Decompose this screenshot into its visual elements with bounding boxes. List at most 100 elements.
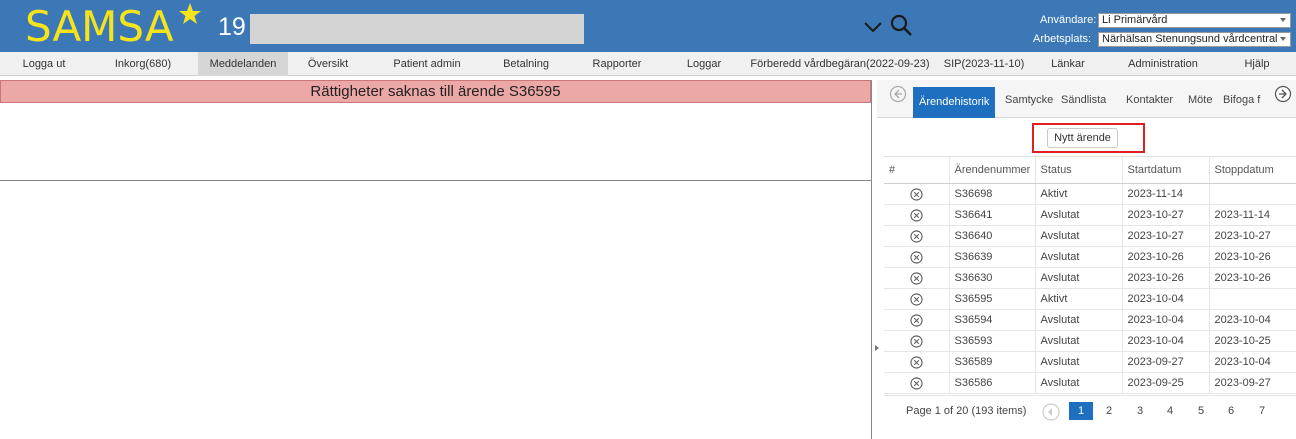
stop-date-cell: 2023-09-27 [1208,372,1296,394]
table-row[interactable]: S36640 Avslutat 2023-10-27 2023-10-27 [884,225,1296,247]
nav-reports[interactable]: Rapporter [566,52,668,76]
row-remove-cell[interactable] [884,204,949,226]
pane-splitter[interactable] [871,80,872,439]
column-header[interactable]: # [884,156,949,184]
remove-circle-icon[interactable] [910,208,923,222]
status-cell: Aktivt [1034,183,1122,205]
main-nav: Logga ut Inkorg(680) Meddelanden Översik… [0,52,1296,76]
workplace-select[interactable]: Närhälsan Stenungsund vårdcentral [1098,32,1291,47]
nav-patient-admin[interactable]: Patient admin [368,52,486,76]
case-panel: Ärendehistorik Samtycke Sändlista Kontak… [877,80,1296,439]
row-remove-cell[interactable] [884,351,949,373]
row-remove-cell[interactable] [884,309,949,331]
nav-payment[interactable]: Betalning [486,52,566,76]
table-row[interactable]: S36586 Avslutat 2023-09-25 2023-09-27 [884,372,1296,394]
row-remove-cell[interactable] [884,330,949,352]
remove-circle-icon[interactable] [910,313,923,327]
page-1-button[interactable]: 1 [1069,402,1093,420]
chevron-down-icon[interactable] [862,16,884,38]
stop-date-cell: 2023-10-04 [1208,351,1296,373]
star-icon[interactable] [178,2,202,26]
user-select-value: Li Primärvård [1102,14,1168,26]
page-5-button[interactable]: 5 [1189,402,1213,420]
patient-search-field[interactable] [250,14,584,44]
table-row[interactable]: S36593 Avslutat 2023-10-04 2023-10-25 [884,330,1296,352]
nav-messages[interactable]: Meddelanden [198,52,288,76]
table-row[interactable]: S36630 Avslutat 2023-10-26 2023-10-26 [884,267,1296,289]
page-7-button[interactable]: 7 [1250,402,1274,420]
table-row[interactable]: S36641 Avslutat 2023-10-27 2023-11-14 [884,204,1296,226]
stop-date-cell [1208,288,1296,310]
table-row[interactable]: S36594 Avslutat 2023-10-04 2023-10-04 [884,309,1296,331]
status-cell: Avslutat [1034,204,1122,226]
table-row[interactable]: S36698 Aktivt 2023-11-14 [884,183,1296,205]
remove-circle-icon[interactable] [910,292,923,306]
nav-inbox[interactable]: Inkorg(680) [88,52,198,76]
case-number-cell: S36595 [948,288,1035,310]
remove-circle-icon[interactable] [910,229,923,243]
tab-case-history[interactable]: Ärendehistorik [913,87,996,118]
nav-logs[interactable]: Loggar [668,52,740,76]
app-header: SAMSA 19 Användare: Li Primärvård Arbets… [0,0,1296,52]
tab-meeting[interactable]: Möte [1188,92,1212,118]
column-header[interactable]: Stoppdatum [1208,156,1296,184]
nav-links[interactable]: Länkar [1028,52,1108,76]
tab-contacts[interactable]: Kontakter [1126,92,1173,118]
start-date-cell: 2023-10-04 [1121,288,1209,310]
status-cell: Avslutat [1034,372,1122,394]
user-select[interactable]: Li Primärvård [1098,13,1291,28]
row-remove-cell[interactable] [884,267,949,289]
remove-circle-icon[interactable] [910,355,923,369]
nav-overview[interactable]: Översikt [288,52,368,76]
nav-administration[interactable]: Administration [1108,52,1218,76]
tab-attach[interactable]: Bifoga f [1223,92,1260,118]
page-6-button[interactable]: 6 [1219,402,1243,420]
column-header[interactable]: Status [1034,156,1122,184]
row-remove-cell[interactable] [884,372,949,394]
status-cell: Avslutat [1034,309,1122,331]
status-cell: Avslutat [1034,330,1122,352]
remove-circle-icon[interactable] [910,250,923,264]
remove-circle-icon[interactable] [910,334,923,348]
start-date-cell: 2023-10-26 [1121,267,1209,289]
search-icon[interactable] [888,12,914,38]
page-4-button[interactable]: 4 [1158,402,1182,420]
tab-consent[interactable]: Samtycke [1005,92,1053,118]
stop-date-cell: 2023-11-14 [1208,204,1296,226]
row-remove-cell[interactable] [884,183,949,205]
arrow-right-circle-icon[interactable] [1274,85,1292,103]
new-case-button[interactable]: Nytt ärende [1047,128,1118,148]
start-date-cell: 2023-10-04 [1121,330,1209,352]
status-cell: Avslutat [1034,267,1122,289]
page-2-button[interactable]: 2 [1097,402,1121,420]
column-header[interactable]: Startdatum [1121,156,1209,184]
prev-page-icon[interactable] [1041,402,1061,422]
nav-sip[interactable]: SIP(2023-11-10) [940,52,1028,76]
table-row[interactable]: S36639 Avslutat 2023-10-26 2023-10-26 [884,246,1296,268]
start-date-cell: 2023-10-26 [1121,246,1209,268]
case-number-cell: S36589 [948,351,1035,373]
page-3-button[interactable]: 3 [1128,402,1152,420]
row-remove-cell[interactable] [884,225,949,247]
arrow-left-circle-icon[interactable] [889,85,907,103]
permission-alert: Rättigheter saknas till ärende S36595 [0,80,871,103]
stop-date-cell: 2023-10-26 [1208,246,1296,268]
remove-circle-icon[interactable] [910,376,923,390]
case-number-cell: S36698 [948,183,1035,205]
case-number-cell: S36630 [948,267,1035,289]
dropdown-arrow-icon [1280,18,1286,22]
tab-send-list[interactable]: Sändlista [1061,92,1106,118]
table-row[interactable]: S36589 Avslutat 2023-09-27 2023-10-04 [884,351,1296,373]
row-remove-cell[interactable] [884,288,949,310]
row-remove-cell[interactable] [884,246,949,268]
column-header[interactable]: Ärendenummer [948,156,1035,184]
remove-circle-icon[interactable] [910,271,923,285]
pager: Page 1 of 20 (193 items) 1 2 3 4 5 6 7 [884,395,1296,423]
nav-help[interactable]: Hjälp [1218,52,1296,76]
case-number-cell: S36641 [948,204,1035,226]
nav-prepared-care-request[interactable]: Förberedd vårdbegäran(2022-09-23) [740,52,940,76]
remove-circle-icon[interactable] [910,187,923,201]
case-table: # Ärendenummer Status Startdatum Stoppda… [884,156,1296,394]
table-row[interactable]: S36595 Aktivt 2023-10-04 [884,288,1296,310]
nav-logout[interactable]: Logga ut [0,52,88,76]
